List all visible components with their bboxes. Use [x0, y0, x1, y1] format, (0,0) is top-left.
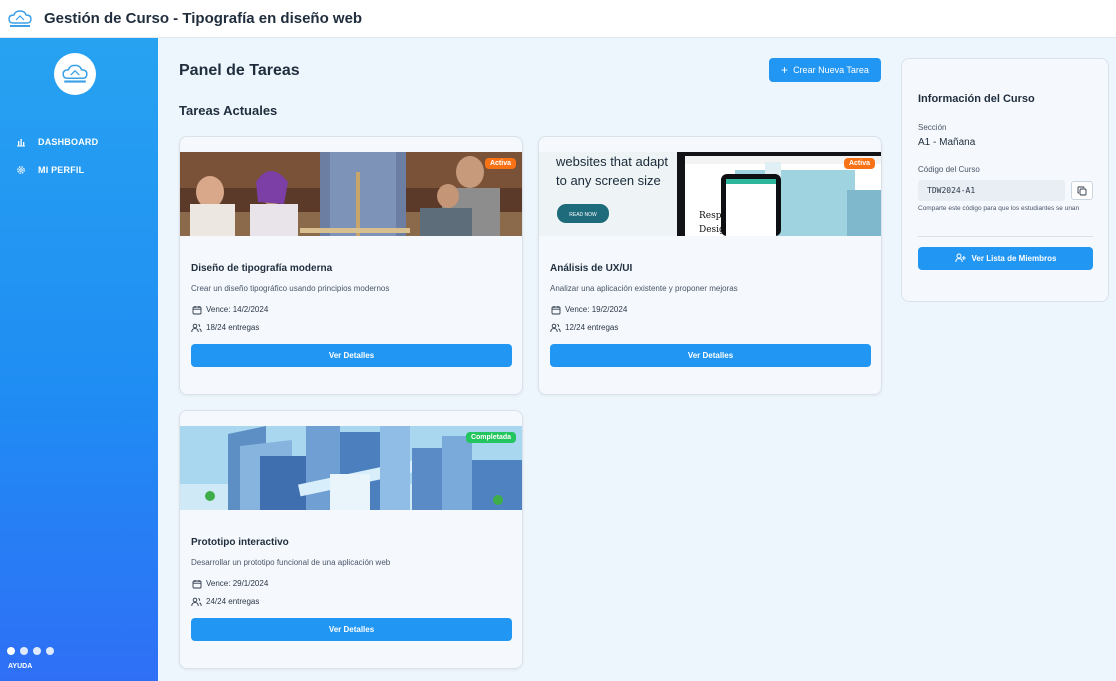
status-badge: Activa — [843, 158, 875, 169]
sidebar-logo-icon[interactable] — [54, 53, 96, 95]
view-details-button[interactable]: Ver Detalles — [191, 344, 512, 367]
task-title: Análisis de UX/UI — [550, 263, 633, 274]
task-due-text: Vence: 19/2/2024 — [565, 305, 628, 314]
task-submissions: 18/24 entregas — [191, 322, 259, 333]
plus-icon: + — [781, 63, 789, 77]
view-details-button[interactable]: Ver Detalles — [191, 618, 512, 641]
course-info-panel: Información del Curso Sección A1 - Mañan… — [901, 58, 1109, 302]
bar-chart-icon — [15, 136, 27, 148]
status-badge: Completada — [465, 432, 516, 443]
create-task-label: Crear Nueva Tarea — [793, 65, 869, 75]
image-headline-1: websites that adapt — [555, 154, 668, 169]
copy-icon — [1077, 186, 1087, 195]
top-bar: Gestión de Curso - Tipografía en diseño … — [0, 0, 1116, 38]
task-submissions-text: 24/24 entregas — [206, 597, 260, 606]
section-value: A1 - Mañana — [918, 137, 976, 148]
course-code-label: Código del Curso — [918, 165, 980, 174]
add-user-icon — [954, 253, 966, 265]
sidebar-item-profile[interactable]: MI PERFIL — [0, 156, 158, 184]
help-link[interactable]: AYUDA — [8, 663, 32, 670]
task-due-date: Vence: 19/2/2024 — [550, 304, 627, 315]
page-title: Panel de Tareas — [179, 62, 300, 79]
sidebar-item-label: DASHBOARD — [38, 137, 99, 147]
course-code-field[interactable]: TDW2024-A1 — [918, 180, 1065, 201]
task-image — [180, 152, 522, 236]
view-members-label: Ver Lista de Miembros — [971, 254, 1057, 263]
task-submissions-text: 12/24 entregas — [565, 323, 619, 332]
users-icon — [191, 322, 202, 333]
task-title: Diseño de tipografía moderna — [191, 263, 333, 274]
image-screen-word-1: Resp — [699, 211, 722, 221]
app-title: Gestión de Curso - Tipografía en diseño … — [44, 10, 363, 27]
create-task-button[interactable]: + Crear Nueva Tarea — [769, 58, 881, 82]
image-cta: READ NOW — [569, 212, 597, 218]
gear-icon — [15, 164, 27, 176]
task-description: Crear un diseño tipográfico usando princ… — [191, 284, 390, 293]
task-card: Activa Diseño de tipografía moderna Crea… — [179, 136, 523, 395]
copy-code-button[interactable] — [1071, 181, 1093, 200]
users-icon — [550, 322, 561, 333]
task-due-date: Vence: 29/1/2024 — [191, 578, 268, 589]
task-due-text: Vence: 29/1/2024 — [206, 579, 269, 588]
task-due-text: Vence: 14/2/2024 — [206, 305, 269, 314]
share-code-note: Comparte este código para que los estudi… — [918, 205, 1080, 212]
task-description: Desarrollar un prototipo funcional de un… — [191, 558, 391, 567]
sidebar-item-label: MI PERFIL — [38, 165, 85, 175]
app-logo-icon[interactable] — [6, 5, 34, 33]
divider — [918, 236, 1093, 237]
view-members-button[interactable]: Ver Lista de Miembros — [918, 247, 1093, 270]
calendar-icon — [550, 304, 561, 315]
sidebar: DASHBOARD MI PERFIL AYUDA — [0, 38, 158, 681]
sidebar-nav: DASHBOARD MI PERFIL — [0, 128, 158, 184]
image-headline-2: to any screen size — [556, 173, 661, 188]
task-description: Analizar una aplicación existente y prop… — [550, 284, 738, 293]
status-badge: Activa — [484, 158, 516, 169]
section-title: Tareas Actuales — [179, 103, 278, 118]
task-submissions-text: 18/24 entregas — [206, 323, 260, 332]
task-submissions: 12/24 entregas — [550, 322, 618, 333]
view-details-button[interactable]: Ver Detalles — [550, 344, 871, 367]
users-icon — [191, 596, 202, 607]
course-info-title: Información del Curso — [918, 93, 1035, 105]
task-image: websites that adapt to any screen size R… — [539, 152, 881, 236]
task-title: Prototipo interactivo — [191, 537, 289, 548]
section-label: Sección — [918, 123, 947, 132]
calendar-icon — [191, 304, 202, 315]
task-card: websites that adapt to any screen size R… — [538, 136, 882, 395]
image-screen-word-2: Desig — [699, 225, 725, 235]
sidebar-item-dashboard[interactable]: DASHBOARD — [0, 128, 158, 156]
task-submissions: 24/24 entregas — [191, 596, 259, 607]
task-due-date: Vence: 14/2/2024 — [191, 304, 268, 315]
calendar-icon — [191, 578, 202, 589]
task-card: Completada Prototipo interactivo Desarro… — [179, 410, 523, 669]
page-indicator-dots — [7, 647, 54, 655]
